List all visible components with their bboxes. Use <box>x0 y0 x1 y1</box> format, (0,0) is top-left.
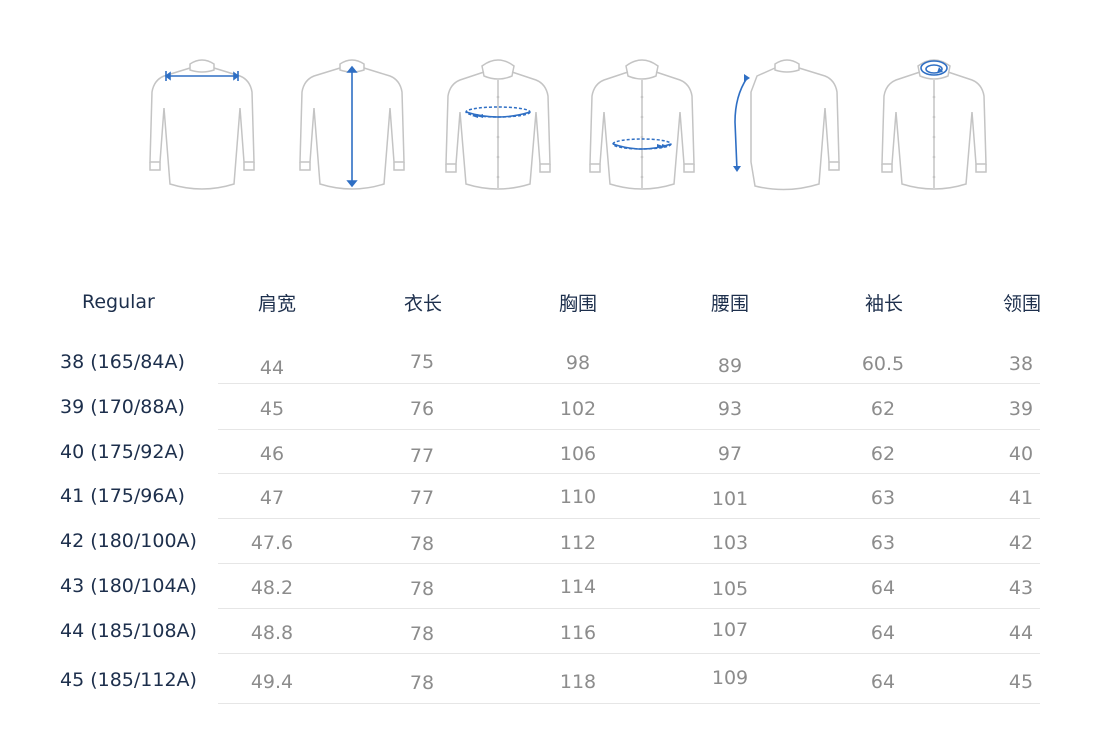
length-shirt-icon <box>299 59 405 190</box>
measurement-value: 78 <box>409 533 435 555</box>
measurement-value: 41 <box>1008 487 1034 509</box>
column-header: 肩宽 <box>257 293 297 315</box>
chest-shirt-icon <box>445 59 551 190</box>
measurement-value: 64 <box>870 671 896 693</box>
measurement-value: 97 <box>717 443 743 465</box>
size-label: 40 (175/92A) <box>60 441 185 463</box>
size-label: 38 (165/84A) <box>60 351 185 373</box>
measurement-value: 44 <box>1008 622 1034 644</box>
measurement-value: 101 <box>711 488 749 510</box>
measurement-illustrations <box>0 0 1106 230</box>
measurement-value: 103 <box>711 532 749 554</box>
sleeve-shirt-icon <box>733 59 840 191</box>
measurement-value: 78 <box>409 672 435 694</box>
measurement-value: 47 <box>259 487 285 509</box>
measurement-value: 93 <box>717 398 743 420</box>
measurement-value: 118 <box>559 671 597 693</box>
measurement-value: 78 <box>409 578 435 600</box>
size-label: 43 (180/104A) <box>60 575 197 597</box>
measurement-value: 77 <box>409 445 435 467</box>
row-divider <box>218 608 1040 609</box>
measurement-value: 39 <box>1008 398 1034 420</box>
measurement-value: 98 <box>565 352 591 374</box>
size-label: 45 (185/112A) <box>60 669 197 691</box>
measurement-value: 42 <box>1008 532 1034 554</box>
column-header: 胸围 <box>558 293 598 315</box>
measurement-value: 75 <box>409 351 435 373</box>
row-divider <box>218 429 1040 430</box>
size-label: 44 (185/108A) <box>60 620 197 642</box>
waist-shirt-icon <box>589 59 695 190</box>
row-divider <box>218 383 1040 384</box>
measurement-value: 89 <box>717 355 743 377</box>
measurement-value: 114 <box>559 576 597 598</box>
row-divider <box>218 653 1040 654</box>
measurement-value: 45 <box>1008 671 1034 693</box>
measurement-value: 76 <box>409 398 435 420</box>
measurement-value: 110 <box>559 486 597 508</box>
measurement-value: 63 <box>870 487 896 509</box>
row-divider <box>218 563 1040 564</box>
measurement-value: 78 <box>409 623 435 645</box>
measurement-value: 38 <box>1008 353 1034 375</box>
row-divider <box>218 518 1040 519</box>
measurement-value: 60.5 <box>861 353 905 375</box>
measurement-value: 47.6 <box>250 532 294 554</box>
measurement-value: 43 <box>1008 577 1034 599</box>
measurement-value: 107 <box>711 619 749 641</box>
measurement-value: 40 <box>1008 443 1034 465</box>
measurement-value: 109 <box>711 667 749 689</box>
measurement-value: 106 <box>559 443 597 465</box>
size-label: 41 (175/96A) <box>60 485 185 507</box>
measurement-value: 112 <box>559 532 597 554</box>
measurement-value: 44 <box>259 357 285 379</box>
size-label: 39 (170/88A) <box>60 396 185 418</box>
measurement-value: 64 <box>870 622 896 644</box>
measurement-value: 62 <box>870 398 896 420</box>
measurement-value: 62 <box>870 443 896 465</box>
measurement-value: 49.4 <box>250 671 294 693</box>
measurement-value: 63 <box>870 532 896 554</box>
measurement-value: 48.8 <box>250 622 294 644</box>
measurement-value: 116 <box>559 622 597 644</box>
size-label: 42 (180/100A) <box>60 530 197 552</box>
row-divider <box>218 703 1040 704</box>
collar-shirt-icon <box>881 59 987 190</box>
measurement-value: 46 <box>259 443 285 465</box>
fit-label: Regular <box>82 291 155 313</box>
measurement-value: 105 <box>711 578 749 600</box>
shoulder-width-shirt-icon <box>149 59 255 190</box>
measurement-value: 45 <box>259 398 285 420</box>
measurement-value: 77 <box>409 487 435 509</box>
measurement-value: 102 <box>559 398 597 420</box>
column-header: 袖长 <box>864 293 904 315</box>
measurement-value: 48.2 <box>250 577 294 599</box>
column-header: 领围 <box>1002 293 1042 315</box>
row-divider <box>218 473 1040 474</box>
column-header: 腰围 <box>710 293 750 315</box>
column-header: 衣长 <box>403 293 443 315</box>
measurement-value: 64 <box>870 577 896 599</box>
